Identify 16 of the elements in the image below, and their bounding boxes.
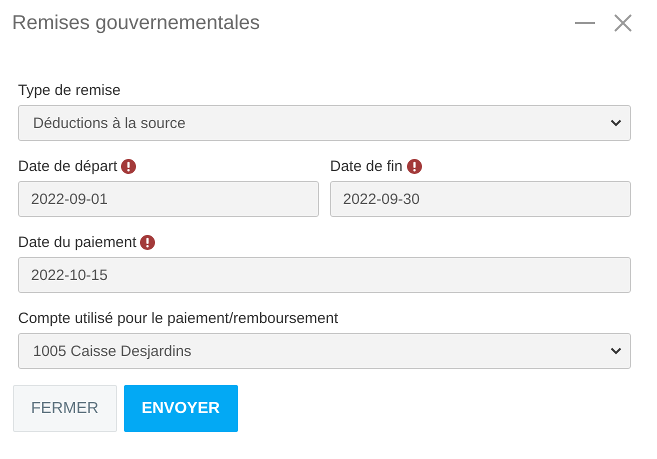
close-button[interactable]: FERMER [13,385,117,432]
date-field[interactable]: 2022-10-15 [18,257,631,293]
field-label: Date de fin [330,158,403,174]
chevron-down-icon [610,347,622,355]
field-label: Type de remise [18,82,121,98]
close-icon[interactable] [613,13,633,33]
date-field[interactable]: 2022-09-01 [18,181,319,217]
field-label: Date de départ [18,158,118,174]
field-label: Compte utilisé pour le paiement/remboursement [18,310,338,326]
dropdown[interactable]: Déductions à la source [18,105,631,141]
dropdown[interactable]: 1005 Caisse Desjardins [18,333,631,369]
chevron-down-icon [610,119,622,127]
minimize-icon[interactable] [575,21,595,25]
date-field[interactable]: 2022-09-30 [330,181,631,217]
field-label: Date du paiement [18,234,136,250]
window-title: Remises gouvernementales [12,12,260,34]
